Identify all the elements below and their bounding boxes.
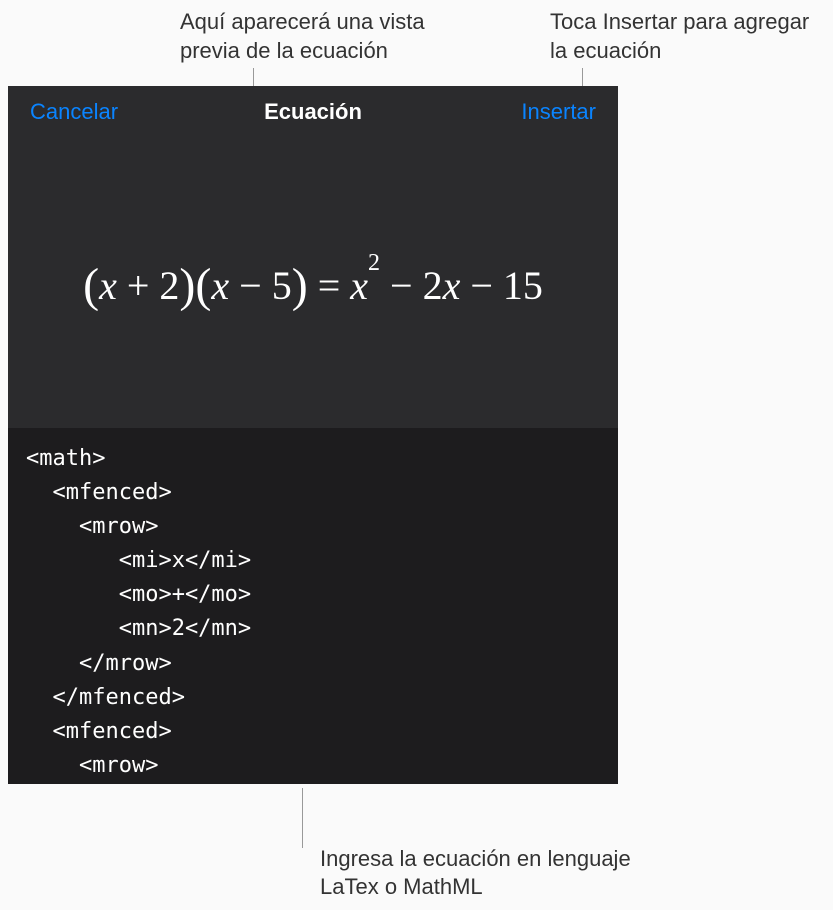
callout-preview: Aquí aparecerá una vista previa de la ec…	[180, 8, 460, 65]
cancel-button[interactable]: Cancelar	[30, 99, 118, 125]
callout-line	[302, 788, 303, 848]
rendered-equation: (x + 2)(x − 5) = x2 − 2x − 15	[83, 256, 543, 311]
equation-editor-panel: Cancelar Ecuación Insertar (x + 2)(x − 5…	[8, 86, 618, 784]
code-input[interactable]: <math> <mfenced> <mrow> <mi>x</mi> <mo>+…	[8, 428, 618, 784]
equation-preview: (x + 2)(x − 5) = x2 − 2x − 15	[8, 138, 618, 428]
insert-button[interactable]: Insertar	[521, 99, 596, 125]
panel-title: Ecuación	[264, 99, 362, 125]
callout-input: Ingresa la ecuación en lenguaje LaTex o …	[320, 845, 640, 902]
callout-insert: Toca Insertar para agregar la ecuación	[550, 8, 830, 65]
header: Cancelar Ecuación Insertar	[8, 86, 618, 138]
